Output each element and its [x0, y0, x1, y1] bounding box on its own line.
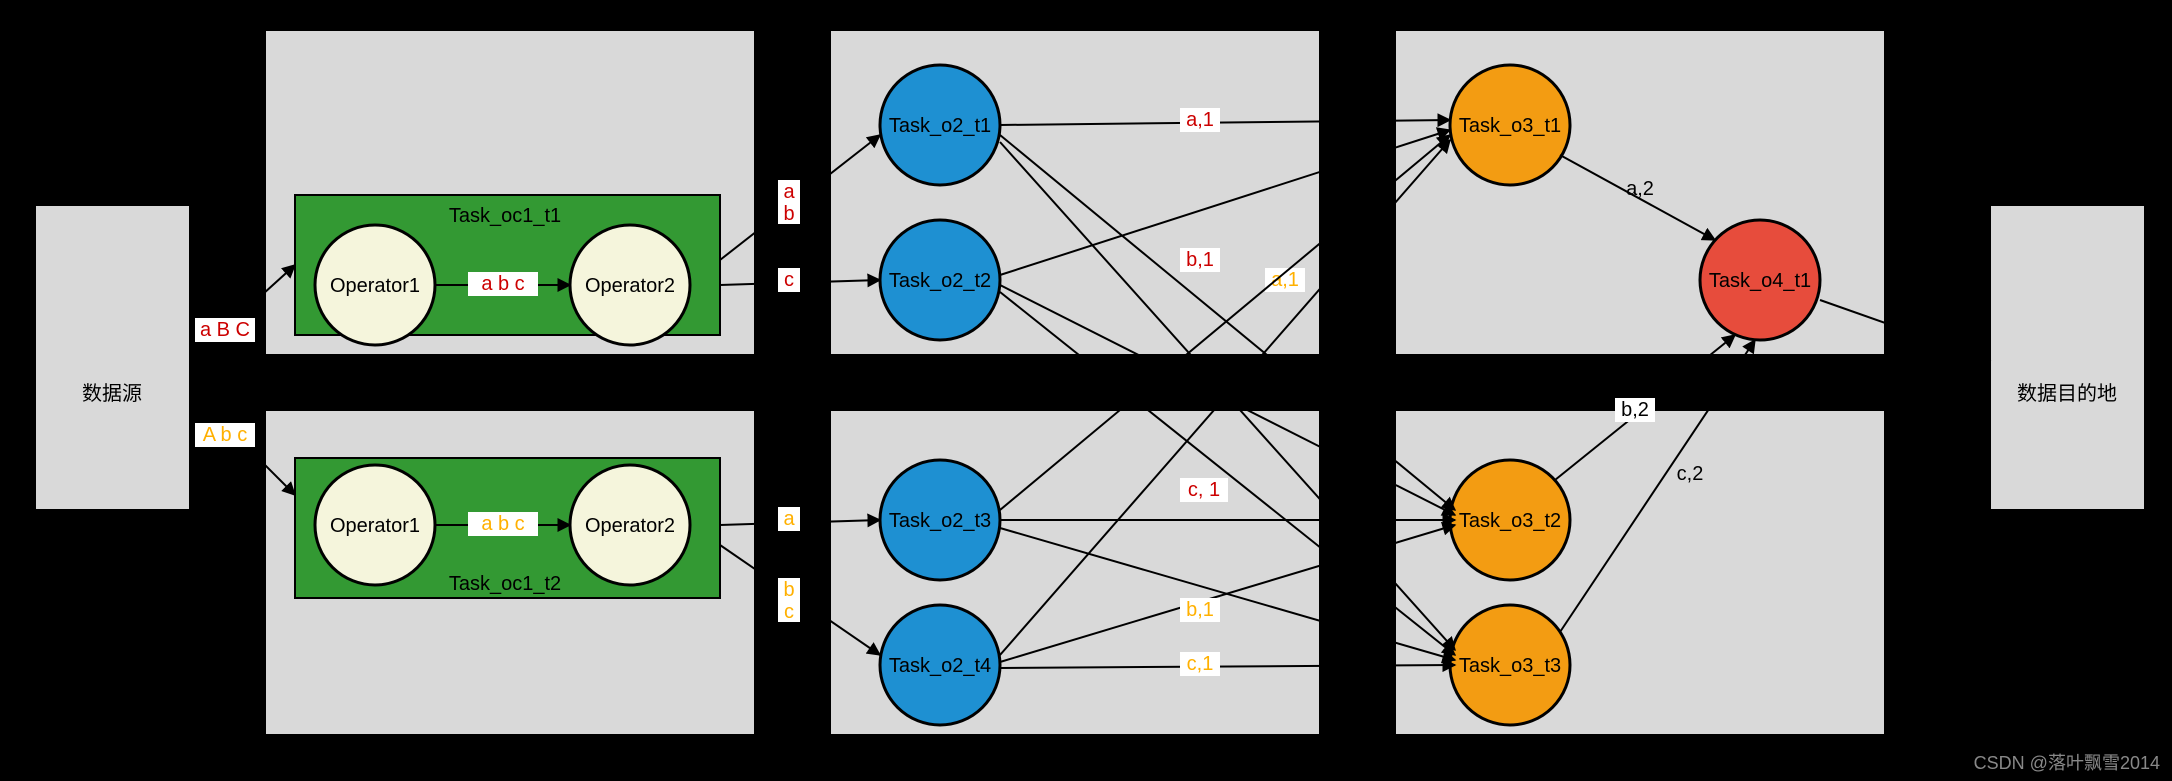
- tc2-op2-label: Operator2: [585, 515, 675, 537]
- task-o3-t3-label: Task_o3_t3: [1459, 655, 1561, 677]
- edge-dest-label: a,2b,2c,2: [1930, 313, 1958, 379]
- tc1-op2-label: Operator2: [585, 275, 675, 297]
- edge-tc2-up-label: a: [783, 508, 795, 530]
- data-source-box: [35, 205, 190, 510]
- data-source-label: 数据源: [82, 382, 142, 405]
- tc1-inner-label: a b c: [481, 273, 524, 295]
- edge-t3-mix-label: c, 1: [1188, 479, 1220, 501]
- edge-tc1-low-label: c: [784, 269, 794, 291]
- task-oc1-t1-label: Task_oc1_t1: [449, 205, 561, 227]
- server-06-label: Server 06: [467, 8, 554, 30]
- data-dest-box: [1990, 205, 2145, 510]
- task-o3-t2-label: Task_o3_t2: [1459, 510, 1561, 532]
- server-05-label: Server 05: [1032, 8, 1119, 30]
- task-o2-t2-label: Task_o2_t2: [889, 270, 991, 292]
- task-oc1-t2-label: Task_oc1_t2: [449, 573, 561, 595]
- task-o3-t1-label: Task_o3_t1: [1459, 115, 1561, 137]
- server-04-label: Server 04: [1597, 8, 1684, 30]
- edge-t2-mix-label: b,1: [1186, 249, 1214, 271]
- edge-tc1-up-label: ab: [783, 181, 795, 225]
- edge-tc2-low-label: bc: [783, 579, 794, 623]
- task-o2-t3-label: Task_o2_t3: [889, 510, 991, 532]
- task-o2-t4-label: Task_o2_t4: [889, 655, 991, 677]
- tc2-inner-label: a b c: [481, 513, 524, 535]
- tc1-op1-label: Operator1: [330, 275, 420, 297]
- edge-o3-r-label: c,2: [1677, 463, 1704, 485]
- watermark: CSDN @落叶飘雪2014: [1974, 749, 2160, 775]
- tc2-op1-label: Operator1: [330, 515, 420, 537]
- server-01-label: Server 01: [467, 740, 554, 762]
- server-02-label: Server 02: [1032, 740, 1119, 762]
- edge-t4-b-label: b,1: [1186, 599, 1214, 621]
- edge-t4-c-label: c,1: [1187, 653, 1214, 675]
- task-o4-t1-label: Task_o4_t1: [1709, 270, 1811, 292]
- data-dest-label: 数据目的地: [2017, 382, 2117, 405]
- edge-o1-r-label: a,2: [1626, 178, 1654, 200]
- edge-o2-in-label: b,2: [1621, 399, 1649, 421]
- edge-t1-o1-label: a,1: [1186, 109, 1214, 131]
- server-03-label: Server 03: [1597, 740, 1684, 762]
- edge-src-tc2-label: A b c: [203, 424, 247, 446]
- task-o2-t1-label: Task_o2_t1: [889, 115, 991, 137]
- edge-src-tc1-label: a B C: [200, 319, 250, 341]
